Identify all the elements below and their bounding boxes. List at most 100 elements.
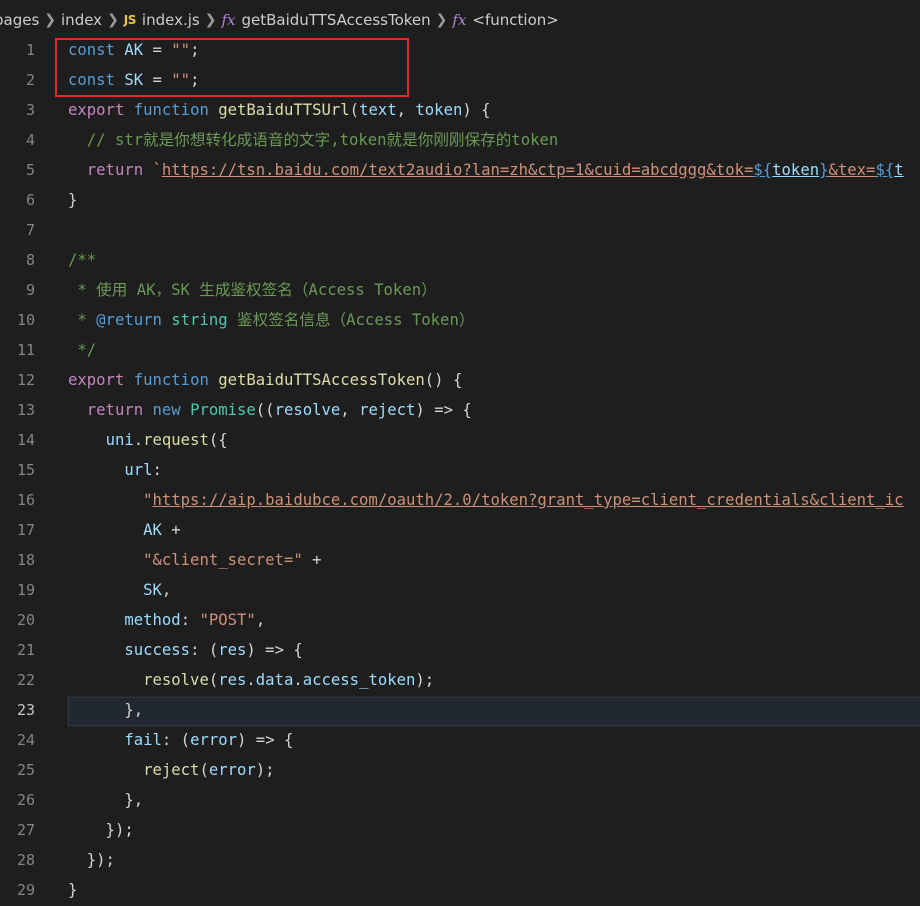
code-line[interactable]: 12 export function getBaiduTTSAccessToken…: [0, 365, 920, 395]
chevron-right-icon: ❯: [435, 12, 448, 28]
breadcrumb-function-label: getBaiduTTSAccessToken: [241, 11, 431, 29]
code-line[interactable]: 26 },: [0, 785, 920, 815]
code-text[interactable]: reject(error);: [68, 755, 274, 785]
line-number: 29: [16, 881, 35, 899]
code-line[interactable]: 23 },: [0, 695, 920, 725]
code-line[interactable]: 19 SK,: [0, 575, 920, 605]
code-text[interactable]: export function getBaiduTTSUrl(text, tok…: [68, 95, 491, 125]
code-line[interactable]: 2 const SK = "";: [0, 65, 920, 95]
code-line[interactable]: 20 method: "POST",: [0, 605, 920, 635]
code-text[interactable]: /**: [68, 245, 96, 275]
breadcrumb-item-anonymous-function[interactable]: fx <function>: [452, 11, 558, 29]
line-number: 5: [25, 161, 35, 179]
line-number: 10: [16, 311, 35, 329]
line-number: 11: [16, 341, 35, 359]
code-line[interactable]: 15 url:: [0, 455, 920, 485]
code-line[interactable]: 18 "&client_secret=" +: [0, 545, 920, 575]
code-line[interactable]: 7: [0, 215, 920, 245]
code-text[interactable]: }: [68, 185, 77, 215]
line-number: 23: [16, 701, 35, 719]
line-number: 12: [16, 371, 35, 389]
line-number: 15: [16, 461, 35, 479]
code-text[interactable]: export function getBaiduTTSAccessToken()…: [68, 365, 462, 395]
line-number: 7: [25, 221, 35, 239]
line-number: 16: [16, 491, 35, 509]
breadcrumb-anon-label: <function>: [472, 11, 559, 29]
line-number: 17: [16, 521, 35, 539]
line-number: 1: [25, 41, 35, 59]
code-editor[interactable]: 1 const AK = ""; 2 const SK = ""; 3 export fu…: [0, 35, 920, 906]
code-text[interactable]: */: [68, 335, 96, 365]
function-icon: fx: [452, 11, 467, 29]
code-text[interactable]: },: [68, 785, 143, 815]
line-number: 8: [25, 251, 35, 269]
code-line[interactable]: 1 const AK = "";: [0, 35, 920, 65]
code-line[interactable]: 22 resolve(res.data.access_token);: [0, 665, 920, 695]
code-text[interactable]: });: [68, 815, 134, 845]
breadcrumb-item-function[interactable]: fx getBaiduTTSAccessToken: [221, 11, 430, 29]
code-line[interactable]: 17 AK +: [0, 515, 920, 545]
code-text[interactable]: url:: [68, 455, 162, 485]
line-number: 27: [16, 821, 35, 839]
code-text[interactable]: "https://aip.baidubce.com/oauth/2.0/toke…: [68, 485, 903, 515]
line-number: 24: [16, 731, 35, 749]
code-text[interactable]: fail: (error) => {: [68, 725, 293, 755]
breadcrumb-item-file[interactable]: JS index.js: [124, 11, 200, 29]
code-line[interactable]: 16 "https://aip.baidubce.com/oauth/2.0/t…: [0, 485, 920, 515]
code-text[interactable]: success: (res) => {: [68, 635, 302, 665]
chevron-right-icon: ❯: [107, 12, 119, 28]
code-text[interactable]: * @return string 鉴权签名信息（Access Token）: [68, 305, 474, 335]
line-number: 22: [16, 671, 35, 689]
chevron-right-icon: ❯: [44, 12, 57, 28]
code-text[interactable]: AK +: [68, 515, 181, 545]
line-number: 18: [16, 551, 35, 569]
code-text[interactable]: resolve(res.data.access_token);: [68, 665, 434, 695]
javascript-file-icon: JS: [123, 13, 137, 27]
line-number: 21: [16, 641, 35, 659]
breadcrumb-file-label: index.js: [141, 11, 200, 29]
line-number: 13: [16, 401, 35, 419]
code-line[interactable]: 24 fail: (error) => {: [0, 725, 920, 755]
code-text[interactable]: },: [68, 695, 143, 725]
code-line[interactable]: 10 * @return string 鉴权签名信息（Access Token）: [0, 305, 920, 335]
code-line[interactable]: 8 /**: [0, 245, 920, 275]
line-number: 26: [16, 791, 35, 809]
code-text[interactable]: uni.request({: [68, 425, 228, 455]
code-text[interactable]: method: "POST",: [68, 605, 265, 635]
code-line[interactable]: 6}: [0, 185, 920, 215]
breadcrumb: pages ❯ index ❯ JS index.js ❯ fx getBaid…: [0, 0, 920, 40]
line-number: 3: [25, 101, 35, 119]
line-number: 4: [25, 131, 35, 149]
code-line[interactable]: 29}: [0, 875, 920, 905]
code-text[interactable]: }: [68, 875, 77, 905]
code-line[interactable]: 25 reject(error);: [0, 755, 920, 785]
code-text[interactable]: SK,: [68, 575, 171, 605]
code-line[interactable]: 28 });: [0, 845, 920, 875]
code-text[interactable]: });: [68, 845, 115, 875]
code-text[interactable]: const AK = "";: [68, 35, 199, 65]
code-line[interactable]: 27 });: [0, 815, 920, 845]
code-line[interactable]: 4 // str就是你想转化成语音的文字,token就是你刚刚保存的token: [0, 125, 920, 155]
code-text[interactable]: return `https://tsn.baidu.com/text2audio…: [68, 155, 904, 185]
line-number: 9: [25, 281, 35, 299]
line-number: 25: [16, 761, 35, 779]
code-line[interactable]: 14 uni.request({: [0, 425, 920, 455]
code-line[interactable]: 5 return `https://tsn.baidu.com/text2aud…: [0, 155, 920, 185]
breadcrumb-item-pages[interactable]: pages: [0, 11, 39, 29]
code-line[interactable]: 9 * 使用 AK，SK 生成鉴权签名（Access Token）: [0, 275, 920, 305]
code-line[interactable]: 21 success: (res) => {: [0, 635, 920, 665]
code-line[interactable]: 13 return new Promise((resolve, reject) …: [0, 395, 920, 425]
line-number: 28: [16, 851, 35, 869]
chevron-right-icon: ❯: [204, 12, 217, 28]
code-text[interactable]: "&client_secret=" +: [68, 545, 321, 575]
function-icon: fx: [221, 11, 236, 29]
line-number: 20: [16, 611, 35, 629]
code-text[interactable]: const SK = "";: [68, 65, 199, 95]
code-text[interactable]: // str就是你想转化成语音的文字,token就是你刚刚保存的token: [68, 125, 559, 155]
code-line[interactable]: 3 export function getBaiduTTSUrl(text, to…: [0, 95, 920, 125]
code-line[interactable]: 11 */: [0, 335, 920, 365]
line-number: 6: [25, 191, 35, 209]
code-text[interactable]: return new Promise((resolve, reject) => …: [68, 395, 472, 425]
breadcrumb-item-index-folder[interactable]: index: [61, 11, 102, 29]
code-text[interactable]: * 使用 AK，SK 生成鉴权签名（Access Token）: [68, 275, 436, 305]
